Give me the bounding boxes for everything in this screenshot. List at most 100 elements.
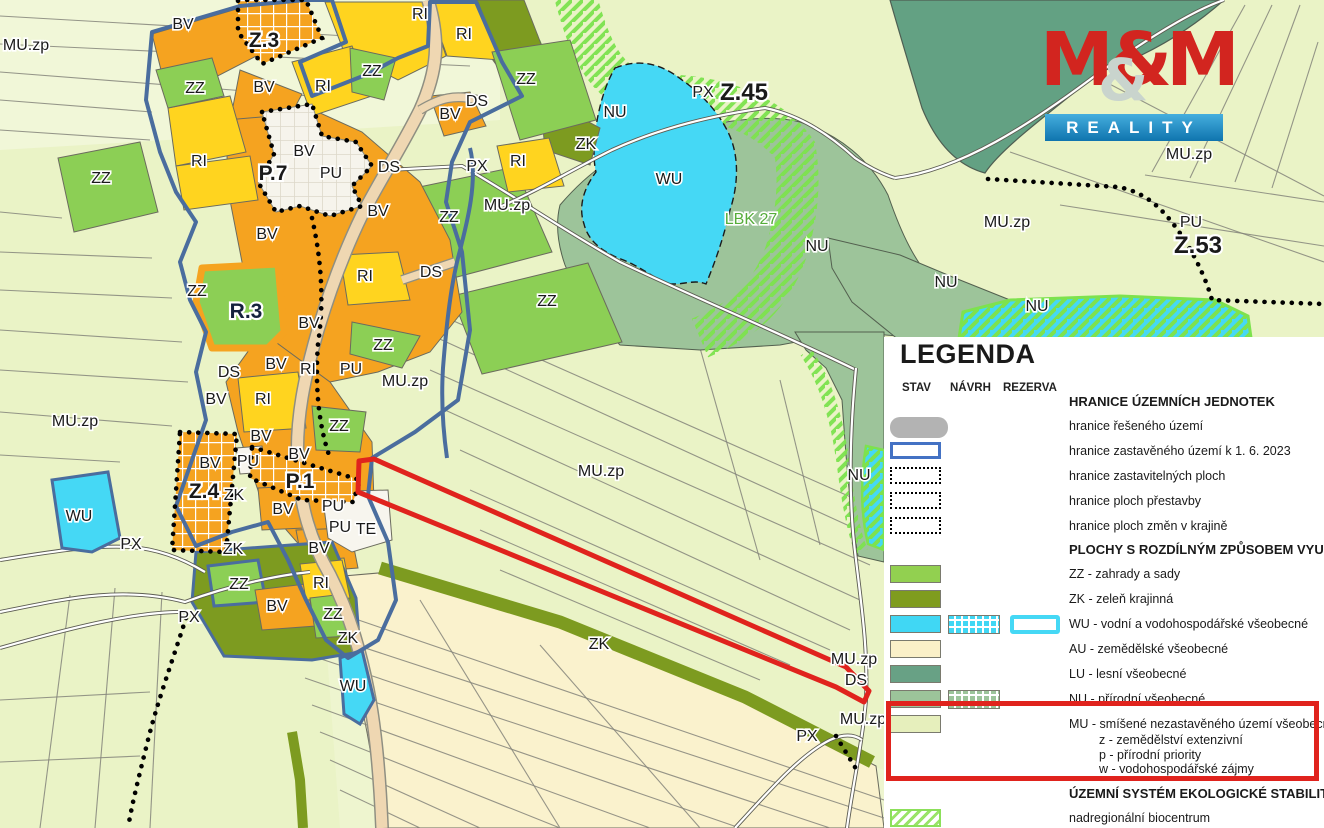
map-label-mu-zp: MU.zp: [382, 373, 428, 390]
map-label-zk: ZK: [576, 136, 597, 153]
map-label-bv: BV: [308, 540, 330, 557]
map-label-ri: RI: [255, 391, 271, 408]
legend-row-label: hranice zastavitelných ploch: [1069, 469, 1225, 483]
map-label-nu: NU: [805, 238, 828, 255]
map-label-z-45: Z.45: [720, 79, 768, 106]
map-label-ds: DS: [378, 159, 400, 176]
map-label-z-53: Z.53: [1174, 232, 1222, 259]
map-label-mu-zp: MU.zp: [578, 463, 624, 480]
map-label-z-3: Z.3: [249, 29, 279, 52]
map-label-zz: ZZ: [187, 283, 207, 300]
map-label-ri: RI: [456, 26, 472, 43]
map-label-z-4: Z.4: [189, 480, 220, 503]
map-label-p-7: P.7: [259, 162, 288, 185]
map-label-zz: ZZ: [516, 71, 536, 88]
map-label-wu: WU: [656, 171, 683, 188]
map-label-bv: BV: [199, 455, 221, 472]
map-label-zz: ZZ: [362, 63, 382, 80]
legend-swatch-stav: [890, 565, 941, 583]
logo-ampersand: &: [1098, 46, 1149, 114]
map-label-bv: BV: [288, 446, 310, 463]
map-label-pu: PU: [322, 498, 344, 515]
map-label-ri: RI: [412, 6, 428, 23]
map-label-p-1: P.1: [286, 470, 315, 493]
map-label-bv: BV: [266, 598, 288, 615]
logo-reality-text: REALITY: [1045, 114, 1223, 141]
map-label-pu: PU: [1180, 214, 1202, 231]
map-label-bv: BV: [367, 203, 389, 220]
map-label-bv: BV: [265, 356, 287, 373]
legend-swatch-navrh: [948, 615, 1000, 634]
map-label-pu: PU: [340, 361, 362, 378]
legend-swatch-dotted: [890, 467, 941, 484]
map-label-nu: NU: [934, 274, 957, 291]
map-label-mu-zp: MU.zp: [840, 711, 886, 728]
map-label-zz: ZZ: [91, 170, 111, 187]
legend-row-label: AU - zemědělské všeobecné: [1069, 642, 1228, 656]
map-label-mu-zp: MU.zp: [1166, 146, 1212, 163]
map-label-nu: NU: [847, 467, 870, 484]
map-label-px: PX: [796, 728, 818, 745]
legend-swatch-dotted: [890, 492, 941, 509]
map-label-ds: DS: [845, 672, 867, 689]
legend-row-label: hranice ploch přestavby: [1069, 494, 1201, 508]
map-label-ri: RI: [357, 268, 373, 285]
map-label-ri: RI: [313, 575, 329, 592]
map-label-bv: BV: [293, 143, 315, 160]
map-label-mu-zp: MU.zp: [984, 214, 1030, 231]
legend-row-label: ZK - zeleň krajinná: [1069, 592, 1173, 606]
legend-section-heading: PLOCHY S ROZDÍLNÝM ZPŮSOBEM VYUŽITÍ: [1069, 542, 1324, 557]
pond-wu-navrh-east: [862, 446, 884, 550]
map-label-zz: ZZ: [537, 293, 557, 310]
legend-row-label: LU - lesní všeobecné: [1069, 667, 1186, 681]
legend-row-label: WU - vodní a vodohospodářské všeobecné: [1069, 617, 1308, 631]
map-label-bv: BV: [439, 106, 461, 123]
legend-row-label: nadregionální biocentrum: [1069, 811, 1210, 825]
map-label-wu: WU: [66, 508, 93, 525]
map-label-nu: NU: [1025, 298, 1048, 315]
legend-row-label: hranice řešeného území: [1069, 419, 1203, 433]
map-label-ds: DS: [466, 93, 488, 110]
legend-swatch-rezerva: [1010, 615, 1060, 634]
map-label-ri: RI: [315, 78, 331, 95]
legend-swatch-dotted: [890, 517, 941, 534]
map-label-bv: BV: [256, 226, 278, 243]
legend-row-label: hranice zastavěného území k 1. 6. 2023: [1069, 444, 1291, 458]
map-label-bv: BV: [272, 501, 294, 518]
map-label-bv: BV: [253, 79, 275, 96]
map-label-mu-zp: MU.zp: [484, 197, 530, 214]
map-label-ri: RI: [510, 153, 526, 170]
map-label-px: PX: [120, 536, 142, 553]
map-label-ds: DS: [420, 264, 442, 281]
legend-swatch-bluerect: [890, 442, 941, 459]
map-label-ri: RI: [300, 361, 316, 378]
map-label-zk: ZK: [224, 487, 245, 504]
map-label-mu-zp: MU.zp: [831, 651, 877, 668]
legend-section-heading: ÚZEMNÍ SYSTÉM EKOLOGICKÉ STABILITY: [1069, 786, 1324, 801]
legend-section-heading: HRANICE ÚZEMNÍCH JEDNOTEK: [1069, 394, 1275, 409]
legend-panel: LEGENDA STAV NÁVRH REZERVA HRANICE ÚZEMN…: [884, 337, 1324, 828]
map-label-zk: ZK: [589, 636, 610, 653]
legend-row-label: hranice ploch změn v krajině: [1069, 519, 1227, 533]
map-label-r-3: R.3: [230, 300, 263, 323]
legend-highlight-box: [886, 701, 1319, 781]
map-label-lbk-27: LBK 27: [725, 211, 778, 228]
map-label-nu: NU: [603, 104, 626, 121]
map-label-zz: ZZ: [323, 606, 343, 623]
map-label-px: PX: [466, 158, 488, 175]
map-label-pu: PU: [329, 519, 351, 536]
legend-swatch-stav: [890, 590, 941, 608]
legend-swatch-stav: [890, 665, 941, 683]
map-label-zz: ZZ: [373, 337, 393, 354]
map-label-bv: BV: [205, 391, 227, 408]
legend-swatch-stav: [890, 615, 941, 633]
legend-swatch-hatch: [890, 809, 941, 827]
map-label-zk: ZK: [338, 630, 359, 647]
map-label-mu-zp: MU.zp: [52, 413, 98, 430]
map-label-pu: PU: [320, 165, 342, 182]
map-label-ds: DS: [218, 364, 240, 381]
map-label-wu: WU: [340, 678, 367, 695]
map-label-pu: PU: [237, 453, 259, 470]
legend-row-label: ZZ - zahrady a sady: [1069, 567, 1180, 581]
map-label-zz: ZZ: [329, 418, 349, 435]
